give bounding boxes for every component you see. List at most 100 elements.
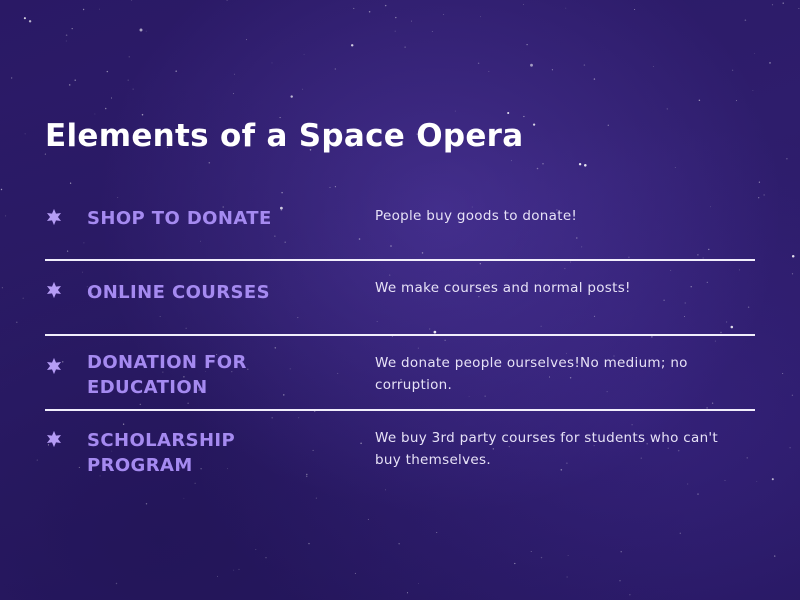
star	[507, 111, 510, 115]
star	[284, 241, 286, 244]
star	[11, 77, 13, 79]
star	[233, 93, 234, 95]
star	[139, 403, 142, 406]
star	[66, 250, 69, 252]
star	[739, 269, 741, 271]
star	[281, 191, 283, 194]
star	[376, 321, 378, 322]
star	[128, 56, 130, 58]
star	[674, 167, 676, 168]
star	[565, 7, 567, 9]
star	[183, 497, 185, 499]
star	[584, 164, 587, 167]
star	[634, 8, 636, 11]
star	[36, 459, 38, 461]
star	[354, 572, 356, 574]
star	[350, 44, 354, 47]
star	[411, 20, 413, 22]
star	[127, 79, 129, 81]
item-heading: SHOP TO DONATE	[87, 208, 272, 229]
star	[358, 238, 361, 240]
star	[274, 347, 277, 349]
star	[394, 30, 396, 32]
star	[629, 594, 631, 596]
star	[5, 215, 7, 217]
star	[94, 113, 96, 115]
star	[308, 542, 310, 545]
star	[724, 479, 726, 482]
star	[542, 163, 544, 165]
star	[791, 394, 794, 396]
star	[233, 569, 235, 571]
star	[798, 8, 800, 9]
star	[782, 2, 784, 4]
star	[122, 423, 125, 425]
star	[436, 531, 438, 534]
star	[385, 489, 386, 491]
star	[367, 518, 369, 520]
star	[302, 88, 304, 90]
item-description: We buy 3rd party courses for students wh…	[375, 430, 719, 468]
star	[315, 497, 317, 499]
star	[418, 583, 419, 584]
star	[187, 402, 189, 404]
star	[510, 160, 512, 162]
star	[789, 447, 791, 449]
star	[226, 0, 228, 1]
star	[208, 162, 211, 164]
star	[139, 28, 143, 32]
star	[24, 133, 26, 135]
star	[566, 576, 568, 578]
star	[758, 181, 761, 183]
star	[607, 124, 609, 126]
star	[353, 7, 355, 9]
star-burst-icon	[46, 430, 62, 448]
star	[290, 95, 293, 98]
star	[786, 158, 788, 160]
star	[141, 113, 144, 116]
star	[488, 70, 490, 73]
star	[619, 580, 621, 582]
star	[774, 555, 776, 557]
star	[771, 4, 774, 6]
star	[754, 53, 755, 54]
star	[697, 254, 699, 256]
star	[697, 493, 699, 495]
star	[115, 582, 118, 585]
star	[523, 115, 525, 118]
star	[390, 245, 392, 247]
star	[747, 306, 750, 308]
star	[564, 268, 566, 270]
star	[532, 123, 536, 126]
star	[583, 64, 586, 66]
star	[391, 336, 393, 337]
star	[714, 340, 716, 342]
star	[752, 90, 754, 91]
star	[78, 466, 80, 468]
star	[404, 46, 406, 48]
divider	[45, 259, 755, 261]
star	[744, 19, 747, 21]
star	[708, 248, 710, 251]
star	[104, 107, 107, 110]
item-heading: SCHOLARSHIP PROGRAM	[87, 430, 236, 476]
star	[298, 417, 300, 419]
star	[670, 269, 672, 271]
star	[651, 336, 653, 338]
star	[395, 16, 397, 19]
star	[431, 31, 433, 33]
star	[567, 555, 569, 556]
star	[271, 62, 273, 64]
star	[194, 482, 196, 484]
star	[735, 100, 738, 102]
star	[782, 373, 784, 375]
star	[746, 457, 748, 459]
star	[255, 549, 257, 550]
item-description: We make courses and normal posts!	[375, 280, 631, 296]
star	[593, 315, 596, 318]
star	[271, 417, 273, 419]
star	[540, 556, 543, 559]
star	[620, 550, 622, 553]
star-burst-icon	[46, 208, 62, 226]
star	[530, 63, 533, 67]
